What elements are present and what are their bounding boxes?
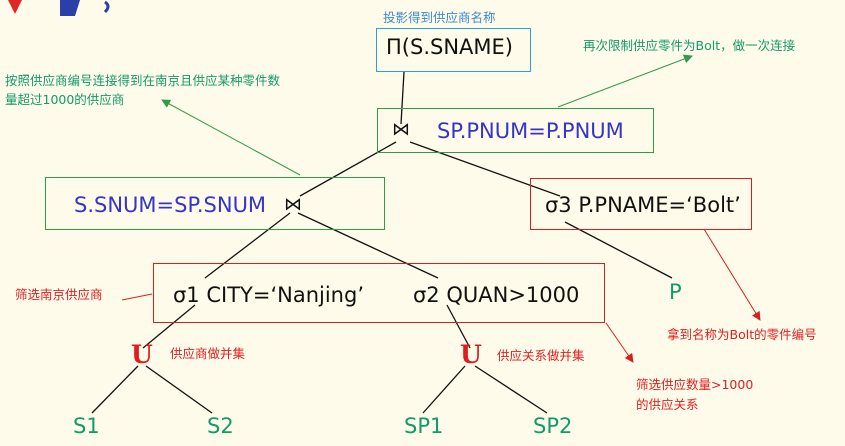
union-right-caption: 供应关系做并集 [497,348,585,363]
leaf-p: P [669,280,682,304]
sigma3-expression: σ3 P.PNAME=‘Bolt’ [545,193,741,217]
select-right-caption-2: 的供应关系 [636,397,699,412]
leaf-sp2: SP2 [533,414,573,438]
projection-expression: Π(S.SNAME) [386,35,513,59]
left-join-predicate: S.SNUM=SP.SNUM [74,193,267,217]
select-right-caption-1: 筛选供应数量>1000 [636,377,754,392]
projection-caption: 投影得到供应商名称 [383,10,496,25]
left-join-caption-2: 量超过1000的供应商 [5,92,125,107]
union-left-caption: 供应商做并集 [170,346,246,361]
union-left-icon: U [131,340,153,369]
sigma1-expression: σ1 CITY=‘Nanjing’ [173,283,364,307]
left-join-caption-1: 按照供应商编号连接得到在南京且供应某种零件数 [5,73,281,88]
leaf-s1: S1 [73,414,100,438]
leaf-s2: S2 [207,414,234,438]
union-right-icon: U [460,340,482,369]
leaf-sp1: SP1 [404,414,444,438]
select-left-caption: 筛选南京供应商 [15,287,103,302]
sigma3-caption: 拿到名称为Bolt的零件编号 [667,327,817,342]
top-join-caption: 再次限制供应零件为Bolt，做一次连接 [583,38,796,53]
top-join-predicate: SP.PNUM=P.PNUM [437,119,624,143]
sigma2-expression: σ2 QUAN>1000 [413,283,580,307]
top-join-icon: ⋈ [392,119,410,140]
left-join-icon: ⋈ [284,194,302,215]
